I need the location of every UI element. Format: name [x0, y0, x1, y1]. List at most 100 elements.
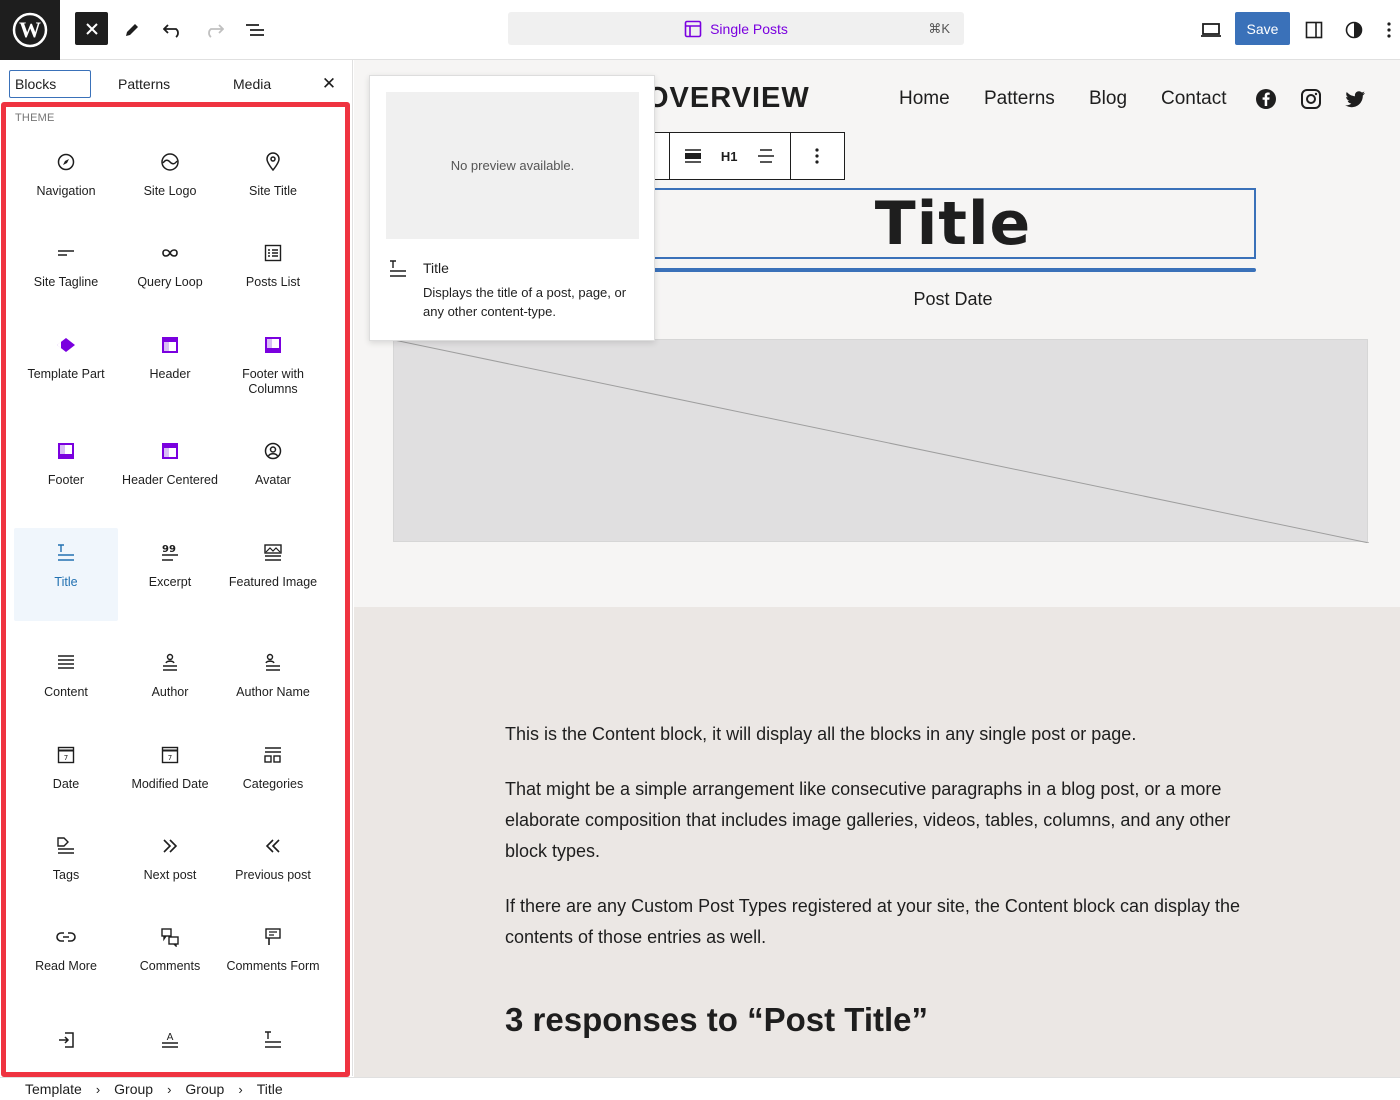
breadcrumb-item[interactable]: Group	[114, 1081, 153, 1097]
more-options-icon[interactable]	[789, 133, 844, 179]
block-item-read-more[interactable]: Read More	[14, 912, 118, 992]
block-item-next-post[interactable]: Next post	[118, 821, 222, 901]
block-item-unlabeled-29[interactable]	[221, 1018, 325, 1058]
nav-link-home[interactable]: Home	[899, 88, 950, 110]
settings-sidebar-icon[interactable]	[1296, 12, 1332, 48]
instagram-icon[interactable]	[1300, 88, 1322, 110]
block-item-header[interactable]: Header	[118, 320, 222, 400]
save-button[interactable]: Save	[1235, 12, 1290, 45]
block-item-footer[interactable]: Footer	[14, 426, 118, 506]
block-label: Author Name	[236, 685, 310, 699]
breadcrumb-item[interactable]: Group	[185, 1081, 224, 1097]
tab-media[interactable]: Media	[233, 70, 271, 98]
content-icon	[56, 650, 76, 676]
title-icon	[390, 260, 406, 277]
block-label: Site Logo	[143, 184, 197, 198]
block-item-header-centered[interactable]: Header Centered	[118, 426, 222, 506]
block-item-navigation[interactable]: Navigation	[14, 137, 118, 217]
site-title[interactable]: OVERVIEW	[646, 82, 810, 115]
block-label: Comments Form	[226, 959, 320, 973]
block-item-date[interactable]: 7 Date	[14, 730, 118, 810]
block-item-author[interactable]: Author	[118, 638, 222, 718]
post-date[interactable]: Post Date	[650, 289, 1256, 310]
redo-icon[interactable]	[196, 12, 232, 48]
breadcrumb: Template › Group › Group › Title	[0, 1077, 1400, 1100]
styles-contrast-icon[interactable]	[1336, 12, 1372, 48]
nav-link-patterns[interactable]: Patterns	[984, 88, 1055, 110]
block-item-query-loop[interactable]: Query Loop	[118, 228, 222, 308]
block-item-modified-date[interactable]: 7 Modified Date	[118, 730, 222, 810]
list-view-icon[interactable]	[237, 12, 273, 48]
block-label: Query Loop	[137, 275, 203, 289]
block-label: Site Title	[249, 184, 297, 198]
block-item-template-part[interactable]: Template Part	[14, 320, 118, 400]
featured-image-icon	[263, 540, 283, 566]
block-label: Navigation	[36, 184, 96, 198]
block-item-content[interactable]: Content	[14, 638, 118, 718]
block-item-previous-post[interactable]: Previous post	[221, 821, 325, 901]
block-item-site-tagline[interactable]: Site Tagline	[14, 228, 118, 308]
block-item-categories[interactable]: Categories	[221, 730, 325, 810]
breadcrumb-item[interactable]: Template	[25, 1081, 82, 1097]
document-title: Single Posts	[710, 20, 788, 37]
block-item-footer-with-columns[interactable]: Footer with Columns	[221, 320, 325, 400]
placeholder-diagonal	[394, 340, 1369, 543]
layout-icon	[684, 20, 702, 37]
block-label: Read More	[35, 959, 97, 973]
block-item-excerpt[interactable]: 99 Excerpt	[118, 528, 222, 621]
block-item-site-title[interactable]: Site Title	[221, 137, 325, 217]
close-inserter-button[interactable]	[75, 12, 108, 45]
svg-text:7: 7	[168, 754, 172, 762]
block-item-comments[interactable]: Comments	[118, 912, 222, 992]
tab-patterns[interactable]: Patterns	[118, 70, 170, 98]
command-palette-bar[interactable]: Single Posts ⌘K	[508, 12, 964, 45]
block-item-comments-form[interactable]: Comments Form	[221, 912, 325, 992]
facebook-icon[interactable]	[1255, 88, 1277, 110]
nav-link-contact[interactable]: Contact	[1161, 88, 1226, 110]
twitter-icon[interactable]	[1344, 88, 1366, 110]
post-title-block[interactable]: Title	[650, 188, 1256, 259]
tagline-icon	[56, 240, 76, 266]
chevrons-left-icon	[264, 833, 282, 859]
block-item-site-logo[interactable]: Site Logo	[118, 137, 222, 217]
block-item-avatar[interactable]: Avatar	[221, 426, 325, 506]
nav-link-blog[interactable]: Blog	[1089, 88, 1127, 110]
block-item-author-name[interactable]: Author Name	[221, 638, 325, 718]
wordpress-logo-icon[interactable]: W	[0, 0, 60, 60]
block-item-featured-image[interactable]: Featured Image	[221, 528, 325, 621]
tab-blocks[interactable]: Blocks	[9, 70, 91, 98]
title-icon	[56, 540, 76, 566]
block-label: Header Centered	[122, 473, 218, 487]
block-label: Tags	[52, 868, 80, 882]
post-title-text[interactable]: Title	[875, 189, 1031, 259]
block-label: Posts List	[245, 275, 301, 289]
text-align-center-icon[interactable]	[742, 133, 790, 179]
post-content-area[interactable]: This is the Content block, it will displ…	[354, 607, 1400, 1077]
undo-icon[interactable]	[155, 12, 191, 48]
featured-image-placeholder[interactable]	[393, 339, 1369, 543]
content-paragraph[interactable]: If there are any Custom Post Types regis…	[505, 891, 1245, 953]
compass-icon	[57, 149, 75, 175]
edit-pencil-icon[interactable]	[114, 12, 150, 48]
block-label: Featured Image	[228, 575, 318, 589]
block-item-posts-list[interactable]: Posts List	[221, 228, 325, 308]
content-paragraph[interactable]: That might be a simple arrangement like …	[505, 774, 1245, 867]
login-icon	[57, 1030, 75, 1049]
close-panel-button[interactable]: ✕	[319, 73, 339, 95]
heading-level-button[interactable]: H1	[716, 133, 742, 179]
block-item-unlabeled-28[interactable]: A	[118, 1018, 222, 1058]
block-item-unlabeled-27[interactable]	[14, 1018, 118, 1058]
block-label: Header	[149, 367, 191, 381]
breadcrumb-item-current[interactable]: Title	[257, 1081, 283, 1097]
block-item-title[interactable]: Title	[14, 528, 118, 621]
options-menu-icon[interactable]	[1378, 12, 1400, 48]
block-item-tags[interactable]: Tags	[14, 821, 118, 901]
content-paragraph[interactable]: This is the Content block, it will displ…	[505, 719, 1245, 750]
block-label: Next post	[143, 868, 197, 882]
avatar-icon	[264, 438, 282, 464]
comments-heading[interactable]: 3 responses to “Post Title”	[505, 1001, 928, 1039]
align-full-icon[interactable]	[668, 133, 717, 179]
top-toolbar: W Single Posts ⌘K Save	[0, 0, 1400, 60]
svg-text:99: 99	[162, 544, 176, 555]
desktop-preview-icon[interactable]	[1193, 12, 1229, 48]
